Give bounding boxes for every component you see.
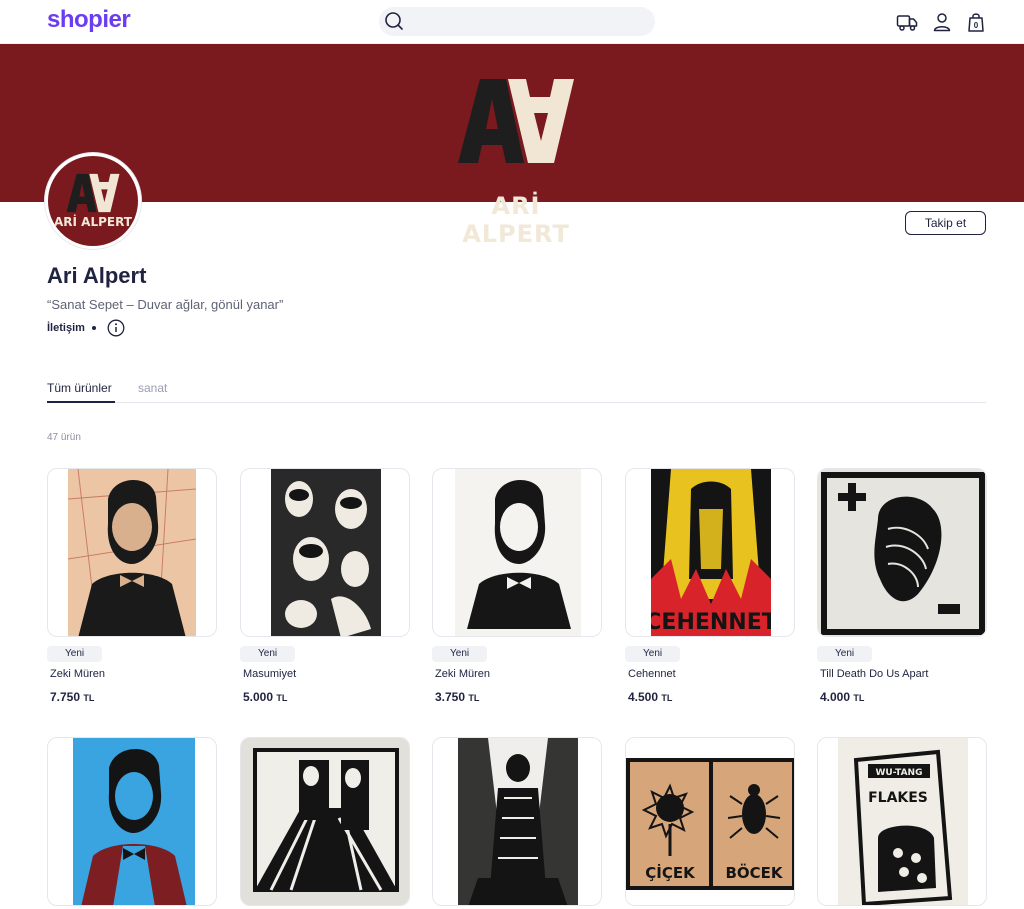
- product-name[interactable]: Cehennet: [628, 668, 676, 680]
- product-image[interactable]: WU-TANG FLAKES: [817, 737, 987, 906]
- shopier-logo[interactable]: shopier: [47, 6, 131, 34]
- artwork-zeki-muren-bw: [455, 469, 581, 636]
- artwork-zeki-muren-color: [68, 469, 196, 636]
- product-count: 47 ürün: [47, 432, 81, 443]
- top-bar: shopier 0: [0, 0, 1024, 44]
- artwork-flakes: WU-TANG FLAKES: [838, 738, 968, 905]
- artwork-till-death: [818, 469, 986, 636]
- product-image[interactable]: CEHENNET: [625, 468, 795, 637]
- avatar-store-name: ARİ ALPERT: [54, 215, 132, 229]
- price-value: 4.500: [628, 690, 659, 704]
- product-image[interactable]: [432, 468, 602, 637]
- price-currency: TL: [661, 693, 673, 703]
- product-price: 5.000 TL: [243, 690, 287, 704]
- banner-logo-mark: [458, 79, 574, 163]
- store-banner: ARİ ALPERT: [0, 44, 1024, 248]
- follow-button[interactable]: Takip et: [905, 211, 986, 235]
- price-value: 3.750: [435, 690, 466, 704]
- truck-icon[interactable]: [896, 11, 918, 33]
- product-image[interactable]: [432, 737, 602, 906]
- contact-link[interactable]: İletişim: [47, 322, 85, 334]
- product-image[interactable]: [47, 737, 217, 906]
- tab-all-products[interactable]: Tüm ürünler: [47, 381, 112, 395]
- product-price: 3.750 TL: [435, 690, 479, 704]
- artwork-wutang-text: WU-TANG: [876, 768, 923, 778]
- new-badge: Yeni: [432, 646, 488, 662]
- store-avatar[interactable]: ARİ ALPERT: [45, 153, 141, 249]
- new-badge: Yeni: [625, 646, 681, 662]
- product-price: 4.000 TL: [820, 690, 864, 704]
- artwork-street-scene: [458, 738, 578, 905]
- price-currency: TL: [853, 693, 865, 703]
- search-input[interactable]: [379, 7, 655, 36]
- user-icon[interactable]: [931, 11, 953, 33]
- price-currency: TL: [468, 693, 480, 703]
- artwork-bocek-text: BÖCEK: [725, 863, 783, 882]
- bag-icon[interactable]: 0: [965, 11, 987, 33]
- active-tab-indicator: [47, 401, 115, 403]
- product-image[interactable]: [240, 737, 410, 906]
- product-image[interactable]: [817, 468, 987, 637]
- artwork-cehennet-text: CEHENNET: [651, 610, 771, 635]
- tabs-divider: [47, 402, 986, 403]
- product-name[interactable]: Zeki Müren: [50, 668, 105, 680]
- artwork-cehennet: CEHENNET: [651, 469, 771, 636]
- new-badge: Yeni: [240, 646, 296, 662]
- artwork-flakes-text: FLAKES: [868, 790, 928, 806]
- info-icon[interactable]: [107, 319, 125, 337]
- artwork-zeki-muren-blue: [73, 738, 195, 905]
- price-value: 4.000: [820, 690, 851, 704]
- product-name[interactable]: Masumiyet: [243, 668, 296, 680]
- avatar-logo-mark: [66, 173, 120, 213]
- search-icon[interactable]: [384, 11, 404, 31]
- price-value: 5.000: [243, 690, 274, 704]
- product-image[interactable]: [47, 468, 217, 637]
- new-badge: Yeni: [817, 646, 873, 662]
- product-price: 7.750 TL: [50, 690, 94, 704]
- product-image[interactable]: [240, 468, 410, 637]
- artwork-cicek-text: ÇİÇEK: [645, 863, 696, 882]
- artwork-cicek-bocek: ÇİÇEK BÖCEK: [626, 738, 794, 905]
- cart-count: 0: [974, 21, 979, 30]
- product-image[interactable]: ÇİÇEK BÖCEK: [625, 737, 795, 906]
- store-description: “Sanat Sepet – Duvar ağlar, gönül yanar”: [47, 297, 284, 312]
- tab-sanat[interactable]: sanat: [138, 381, 167, 395]
- price-currency: TL: [83, 693, 95, 703]
- new-badge: Yeni: [47, 646, 103, 662]
- separator-dot: [92, 326, 96, 330]
- price-value: 7.750: [50, 690, 81, 704]
- product-name[interactable]: Zeki Müren: [435, 668, 490, 680]
- product-name[interactable]: Till Death Do Us Apart: [820, 668, 928, 680]
- store-name: Ari Alpert: [47, 263, 147, 288]
- banner-store-name: ARİ ALPERT: [462, 192, 570, 248]
- price-currency: TL: [276, 693, 288, 703]
- artwork-masumiyet: [271, 469, 381, 636]
- product-price: 4.500 TL: [628, 690, 672, 704]
- artwork-corridor: [241, 738, 409, 905]
